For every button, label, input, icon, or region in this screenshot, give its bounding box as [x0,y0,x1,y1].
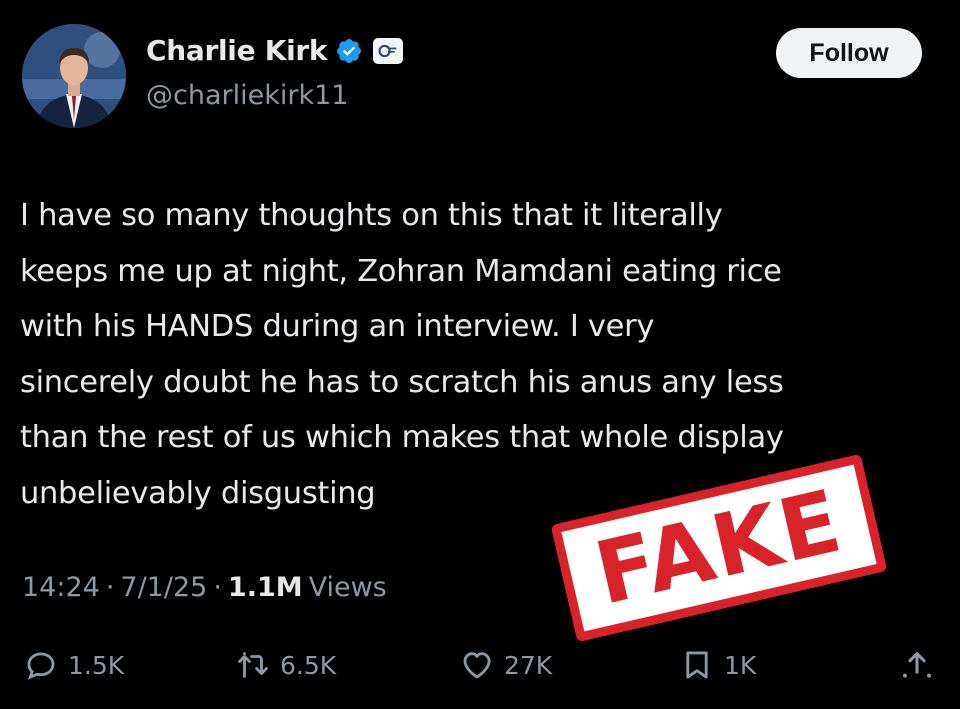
like-button[interactable]: 27K [460,648,552,682]
author-handle[interactable]: @charliekirk11 [146,80,348,111]
meta-separator: · [105,572,115,603]
share-icon [902,652,932,678]
heart-icon [463,652,491,679]
views-count: 1.1M [227,572,303,603]
bookmark-count: 1K [724,650,757,680]
verified-badge-icon [335,37,363,65]
meta-separator: · [213,572,222,603]
views-label: Views [308,572,387,603]
repost-button[interactable]: 6.5K [236,648,336,682]
like-count: 27K [504,650,553,680]
repost-count: 6.5K [280,650,337,680]
author-name-row: Charlie Kirk [146,34,404,67]
affiliate-badge-icon[interactable] [373,37,404,64]
follow-button[interactable]: Follow [776,28,922,78]
tweet-time[interactable]: 14:24 [22,572,100,603]
bookmark-icon [686,651,708,679]
reply-button[interactable]: 1.5K [24,648,124,682]
bookmark-button[interactable]: 1K [680,648,756,682]
author-display-name[interactable]: Charlie Kirk [146,34,328,67]
reply-icon [27,652,55,680]
tweet-date[interactable]: 7/1/25 [120,572,207,603]
tweet-meta: 14:24 · 7/1/25 · 1.1M Views [22,572,387,603]
share-button[interactable] [898,648,936,682]
avatar-photo [22,24,126,128]
reply-count: 1.5K [68,650,125,680]
avatar[interactable] [22,24,126,128]
repost-icon [238,652,268,678]
